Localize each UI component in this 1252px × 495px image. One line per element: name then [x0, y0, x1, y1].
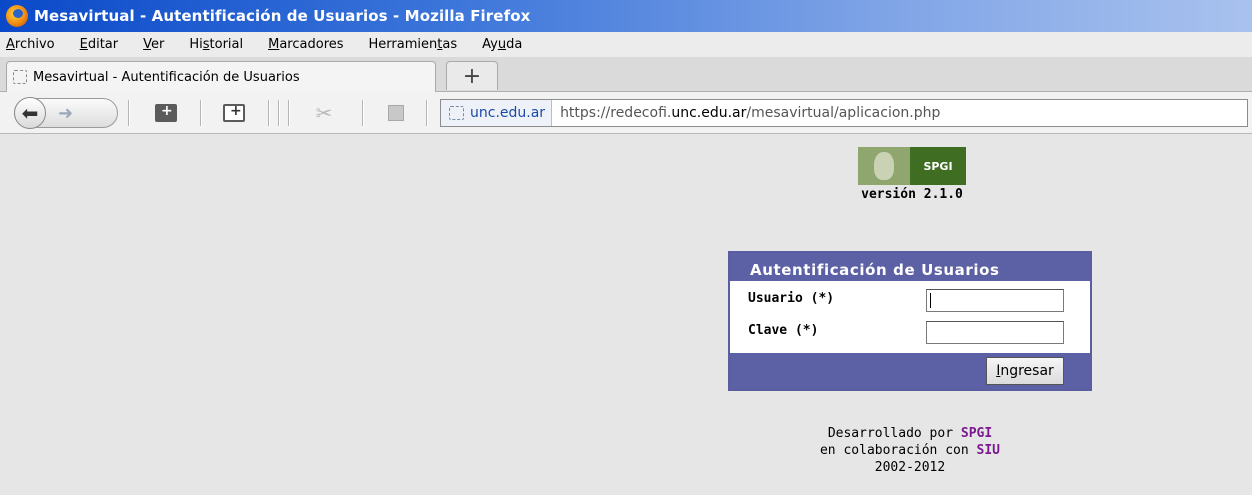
menu-ver[interactable]: Ver: [143, 37, 164, 52]
login-footer: Ingresar: [730, 353, 1090, 389]
new-tab-button[interactable]: +: [446, 61, 498, 90]
menu-editar[interactable]: Editar: [80, 37, 119, 52]
back-button[interactable]: ⬅: [14, 97, 46, 129]
university-seal-icon: [858, 147, 910, 185]
ingresar-button[interactable]: Ingresar: [986, 357, 1064, 385]
toolbar-separator: [128, 100, 130, 126]
menu-bar: Archivo Editar Ver Historial Marcadores …: [0, 32, 1252, 57]
firefox-icon[interactable]: [6, 5, 28, 27]
cut-button[interactable]: ✂: [304, 99, 344, 127]
page-content: SPGI versión 2.1.0 Autentificación de Us…: [0, 135, 1252, 495]
siu-link[interactable]: SIU: [977, 443, 1000, 458]
toolbar-separator: [278, 100, 280, 126]
forward-button[interactable]: ➜: [58, 103, 73, 124]
tab-strip: Mesavirtual - Autentificación de Usuario…: [0, 57, 1252, 92]
menu-historial[interactable]: Historial: [189, 37, 243, 52]
menu-ayuda[interactable]: Ayuda: [482, 37, 522, 52]
site-identity-button[interactable]: unc.edu.ar: [441, 100, 553, 126]
site-identity-label: unc.edu.ar: [470, 105, 546, 121]
menu-archivo[interactable]: Archivo: [6, 37, 55, 52]
spgi-logo: SPGI: [858, 147, 966, 185]
bookmarks-toolbar-button[interactable]: [146, 99, 186, 127]
login-box: Autentificación de Usuarios Usuario (*) …: [728, 251, 1092, 391]
paste-button[interactable]: [376, 99, 416, 127]
version-label: versión 2.1.0: [861, 187, 963, 202]
bookmark-add-icon: [155, 103, 177, 122]
credits-footer: Desarrollado por SPGI en colaboración co…: [760, 425, 1060, 476]
toolbar-separator: [426, 100, 428, 126]
url-bar[interactable]: unc.edu.ar https://redecofi.unc.edu.ar/m…: [440, 99, 1248, 127]
username-field[interactable]: [926, 289, 1064, 312]
username-label: Usuario (*): [748, 291, 835, 306]
logo-text: SPGI: [910, 147, 966, 185]
password-label: Clave (*): [748, 323, 819, 338]
password-field[interactable]: [926, 321, 1064, 344]
login-form: Usuario (*) Clave (*): [730, 281, 1090, 353]
new-window-icon: [223, 103, 245, 122]
page-favicon-icon: [13, 70, 27, 84]
toolbar-separator: [268, 100, 270, 126]
toolbar-separator: [200, 100, 202, 126]
new-window-button[interactable]: [214, 99, 254, 127]
toolbar-separator: [362, 100, 364, 126]
scissors-icon: ✂: [315, 101, 333, 125]
back-forward-group: ⬅ ➜: [14, 97, 118, 129]
url-text[interactable]: https://redecofi.unc.edu.ar/mesavirtual/…: [552, 105, 940, 121]
toolbar-separator: [288, 100, 290, 126]
credits-line-2: en colaboración con SIU: [819, 443, 1001, 458]
credits-years: 2002-2012: [874, 460, 946, 475]
tab-label: Mesavirtual - Autentificación de Usuario…: [33, 69, 300, 85]
window-title: Mesavirtual - Autentificación de Usuario…: [34, 7, 531, 25]
credits-line-1: Desarrollado por SPGI: [827, 426, 993, 441]
menu-herramientas[interactable]: Herramientas: [369, 37, 458, 52]
navigation-toolbar: ⬅ ➜ ✂ unc.edu.ar https://redecofi.unc.ed…: [0, 92, 1252, 134]
window-titlebar: Mesavirtual - Autentificación de Usuario…: [0, 0, 1252, 32]
spgi-link[interactable]: SPGI: [961, 426, 992, 441]
paste-icon: [388, 105, 404, 121]
menu-marcadores[interactable]: Marcadores: [268, 37, 343, 52]
forward-arrow-icon: ➜: [58, 102, 74, 124]
site-identity-icon: [449, 106, 464, 120]
tab-mesavirtual[interactable]: Mesavirtual - Autentificación de Usuario…: [6, 61, 436, 92]
back-arrow-icon: ⬅: [21, 101, 39, 125]
login-title: Autentificación de Usuarios: [750, 261, 1000, 279]
